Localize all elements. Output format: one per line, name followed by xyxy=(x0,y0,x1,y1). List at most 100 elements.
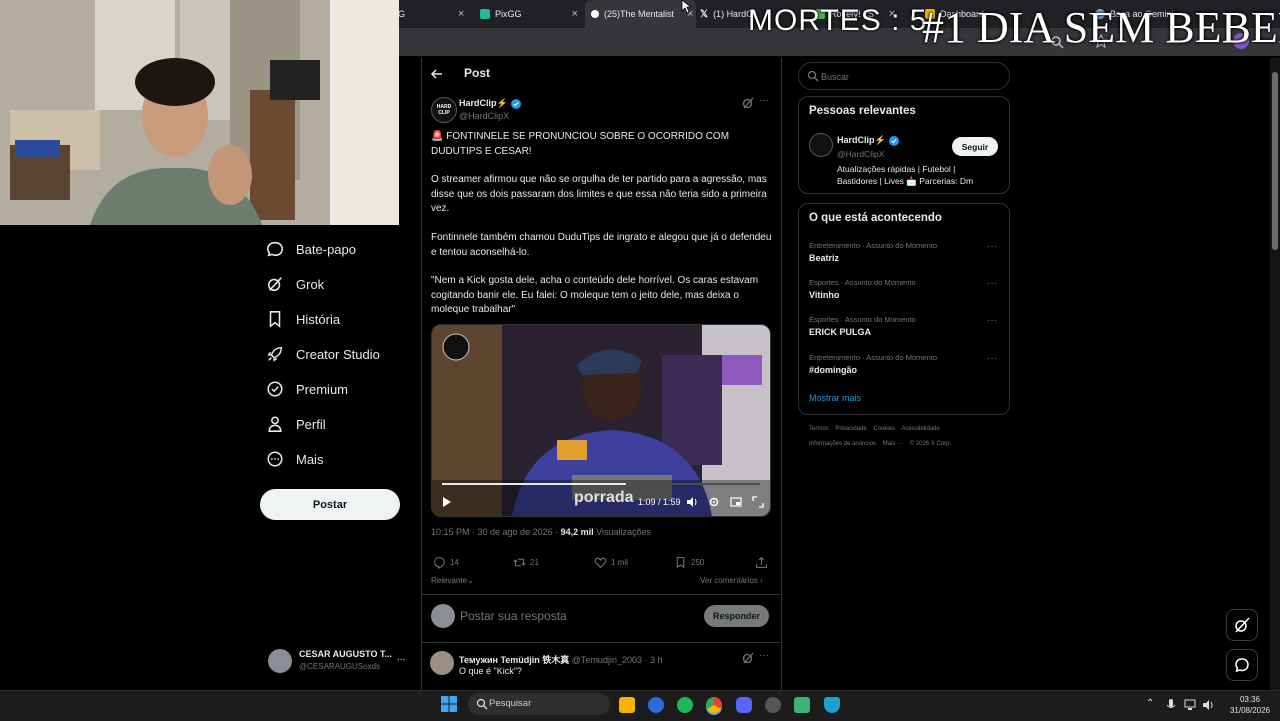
view-quotes-link[interactable]: Ver comentários › xyxy=(700,576,763,585)
footer-links[interactable]: Termos Privacidade Cookies Acessibilidad… xyxy=(809,426,940,432)
spotify-icon[interactable] xyxy=(677,697,693,713)
video-player[interactable]: porrada 1:09 / 1:59 xyxy=(431,324,771,517)
play-icon[interactable] xyxy=(442,497,452,507)
fullscreen-icon[interactable] xyxy=(752,496,764,508)
show-more-link[interactable]: Mostrar mais xyxy=(809,393,861,403)
trend-more-icon[interactable]: ··· xyxy=(987,278,997,289)
reply-author-name[interactable]: Темужин Temüdjin 铁木真 xyxy=(459,655,569,665)
sort-dropdown[interactable]: Relevante⌄ xyxy=(431,576,474,585)
trend-category: Entretenimento · Assunto do Momento xyxy=(809,353,937,362)
share-button[interactable] xyxy=(755,556,768,569)
post-paragraph: 🚨 FONTINNELE SE PRONUNCIOU SOBRE O OCORR… xyxy=(431,131,730,157)
taskbar-search-label: Pesquisar xyxy=(489,698,532,709)
grok-icon[interactable] xyxy=(742,652,754,664)
follow-button[interactable]: Seguir xyxy=(952,137,998,156)
trend-item[interactable]: Entretenimento · Assunto do Momento Beat… xyxy=(809,241,999,263)
tiktok-favicon-icon xyxy=(591,10,599,18)
steam-icon[interactable] xyxy=(765,697,781,713)
browser-tab-active[interactable]: (25)The Mentalist × xyxy=(585,0,696,28)
microphone-icon[interactable] xyxy=(1166,698,1176,710)
vpn-shield-icon[interactable] xyxy=(824,697,840,713)
relevant-avatar[interactable] xyxy=(809,133,833,157)
verified-icon xyxy=(267,381,283,397)
clock-time: 03:36 xyxy=(1239,695,1261,704)
author-handle[interactable]: @HardClipX xyxy=(459,111,509,121)
timestamp-text[interactable]: 10:15 PM · 30 de ago de 2026 · xyxy=(431,527,558,537)
file-explorer-icon[interactable] xyxy=(619,697,635,713)
post-more-icon[interactable]: ··· xyxy=(759,95,769,106)
windows-start-icon[interactable] xyxy=(441,696,457,712)
settings-gear-icon[interactable] xyxy=(708,496,720,508)
stream-overlay-day-counter: #1 DIA SEM BEBER xyxy=(922,3,1280,52)
scrollbar-thumb[interactable] xyxy=(1272,72,1278,250)
back-arrow-icon[interactable] xyxy=(430,67,444,81)
trend-item[interactable]: Esportes · Assunto do Momento Vitinho ··… xyxy=(809,278,999,300)
nav-item-profile[interactable]: Perfil xyxy=(266,415,326,433)
repost-count-button[interactable]: 21 xyxy=(513,556,539,569)
volume-icon[interactable] xyxy=(686,496,698,508)
post-paragraph: Fontinnele também chamou DuduTips de ing… xyxy=(431,232,772,258)
nav-item-creator-studio[interactable]: Creator Studio xyxy=(266,345,380,363)
reply-button[interactable]: Responder xyxy=(704,605,769,627)
nav-item-history[interactable]: História xyxy=(266,310,340,328)
trend-item[interactable]: Entretenimento · Assunto do Momento #dom… xyxy=(809,353,999,375)
trend-more-icon[interactable]: ··· xyxy=(987,315,997,326)
trend-item[interactable]: Esportes · Assunto do Momento ERICK PULG… xyxy=(809,315,999,337)
nav-item-grok[interactable]: Grok xyxy=(266,275,324,293)
reply-input[interactable] xyxy=(458,605,692,627)
footer-links[interactable]: Informações de anúncios Mais ··· © 2026 … xyxy=(809,441,951,447)
browser-tab[interactable]: G × xyxy=(398,0,473,28)
account-switcher[interactable]: CESAR AUGUSTO T... @CESARAUGUSoxds ... xyxy=(266,645,416,677)
relevant-handle[interactable]: @HardClipX xyxy=(837,149,884,159)
view-quotes-label: Ver comentários xyxy=(700,576,758,585)
tray-chevron-up-icon[interactable]: ⌃ xyxy=(1146,698,1154,709)
search-box[interactable] xyxy=(798,62,1010,90)
grok-floating-button[interactable] xyxy=(1226,609,1258,641)
close-tab-icon[interactable]: × xyxy=(458,8,464,20)
picture-in-picture-icon[interactable] xyxy=(730,496,742,508)
speaker-icon[interactable] xyxy=(1202,698,1214,710)
account-more-icon[interactable]: ... xyxy=(397,652,405,663)
nav-item-premium[interactable]: Premium xyxy=(266,380,348,398)
nav-item-label: História xyxy=(296,311,341,327)
relevant-name[interactable]: HardClip⚡ xyxy=(837,135,899,146)
nav-item-label: Creator Studio xyxy=(296,346,380,362)
post-button[interactable]: Postar xyxy=(260,489,400,520)
trend-more-icon[interactable]: ··· xyxy=(987,353,997,364)
like-count-button[interactable]: 1 mil xyxy=(594,556,628,569)
app-cube-icon[interactable] xyxy=(794,697,810,713)
bookmark-count: 250 xyxy=(691,558,705,567)
security-shield-icon[interactable] xyxy=(648,697,664,713)
trend-more-icon[interactable]: ··· xyxy=(987,241,997,252)
reply-author-handle[interactable]: @Temudjin_2003 · 3 h xyxy=(572,655,663,665)
trending-card xyxy=(798,203,1010,415)
reply-count-button[interactable]: 14 xyxy=(433,556,459,569)
reply-icon xyxy=(434,557,445,569)
system-clock[interactable]: 03:36 31/08/2026 xyxy=(1226,694,1274,716)
grok-icon[interactable] xyxy=(742,97,754,109)
search-input[interactable] xyxy=(819,67,1003,87)
avatar[interactable] xyxy=(430,651,454,675)
reply-header: Темужин Temüdjin 铁木真 @Temudjin_2003 · 3 … xyxy=(459,653,663,666)
video-progress-track[interactable] xyxy=(442,483,760,485)
author-avatar[interactable]: HARD CLIP xyxy=(431,97,457,123)
rocket-icon xyxy=(267,346,283,362)
chrome-icon[interactable] xyxy=(706,697,722,713)
grok-icon xyxy=(267,277,282,292)
bookmark-count-button[interactable]: 250 xyxy=(674,556,704,569)
verified-badge-icon xyxy=(510,98,521,109)
x-favicon-icon: 𝕏 xyxy=(700,8,709,20)
taskbar-search[interactable]: Pesquisar xyxy=(468,693,610,715)
nav-item-chat[interactable]: Bate-papo xyxy=(266,240,356,258)
nav-item-more[interactable]: Mais xyxy=(266,450,323,468)
messages-floating-button[interactable] xyxy=(1226,649,1258,681)
share-icon xyxy=(756,556,767,568)
author-name[interactable]: HardClip⚡ xyxy=(459,98,521,109)
browser-tab[interactable]: PixGG × xyxy=(480,0,580,28)
webcam-scene-image xyxy=(0,0,399,225)
page-title: Post xyxy=(464,66,491,80)
discord-icon[interactable] xyxy=(736,697,752,713)
reply-more-icon[interactable]: ··· xyxy=(759,650,769,661)
network-icon[interactable] xyxy=(1184,698,1196,710)
close-tab-icon[interactable]: × xyxy=(572,8,578,20)
